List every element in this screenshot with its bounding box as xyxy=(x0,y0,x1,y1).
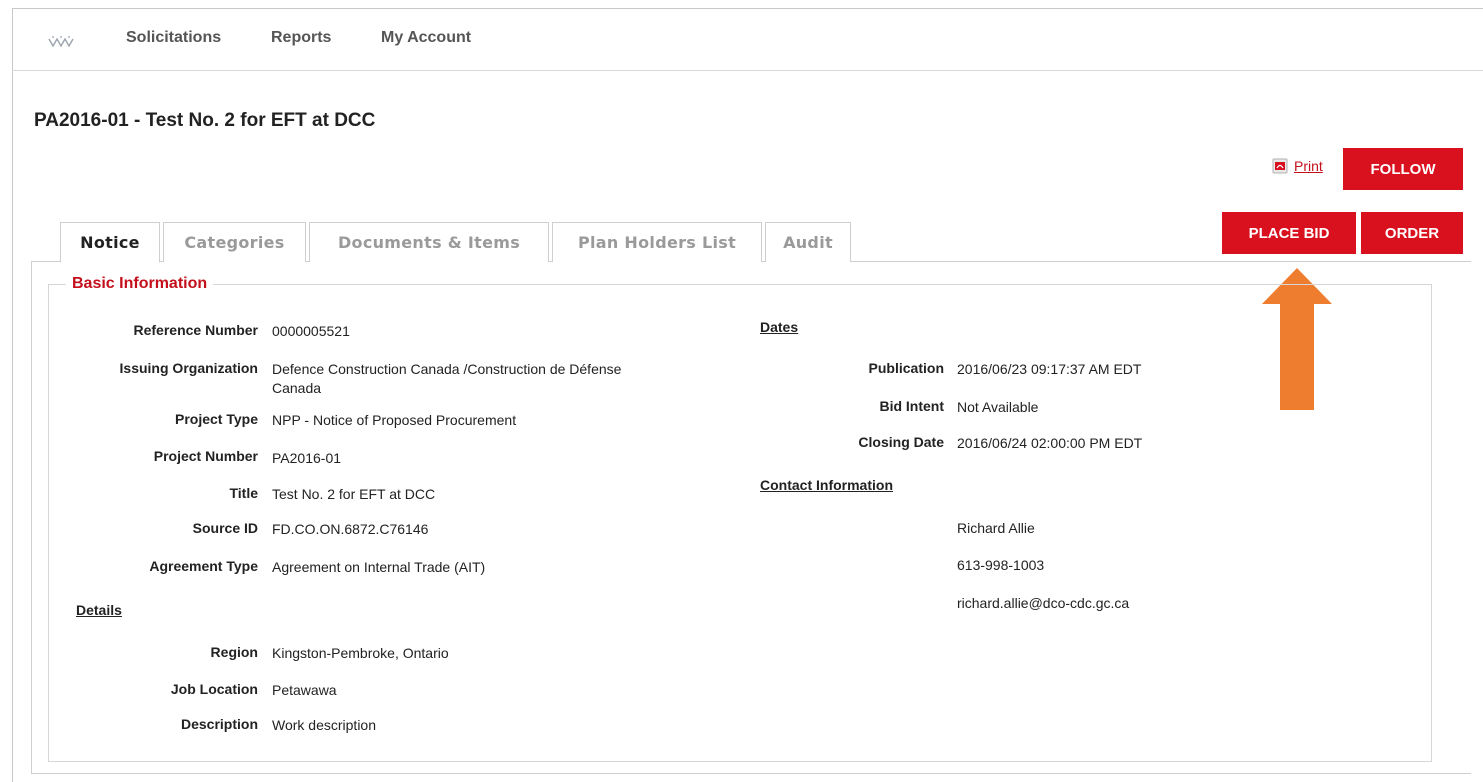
value-reference-number: 0000005521 xyxy=(272,323,350,339)
place-bid-button[interactable]: PLACE BID xyxy=(1222,212,1356,254)
nav-reports[interactable]: Reports xyxy=(271,29,331,47)
label-source-id: Source ID xyxy=(192,520,258,536)
print-label[interactable]: Print xyxy=(1294,158,1323,174)
tab-audit[interactable]: Audit xyxy=(765,222,851,262)
order-button[interactable]: ORDER xyxy=(1361,212,1463,254)
tab-documents-items[interactable]: Documents & Items xyxy=(309,222,549,262)
value-project-type: NPP - Notice of Proposed Procurement xyxy=(272,412,517,428)
tab-notice[interactable]: Notice xyxy=(60,222,160,263)
label-project-number: Project Number xyxy=(153,448,258,464)
value-issuing-organization: Defence Construction Canada /Constructio… xyxy=(272,361,622,377)
value-project-number: PA2016-01 xyxy=(272,450,342,466)
label-agreement-type: Agreement Type xyxy=(149,558,258,574)
value-publication: 2016/06/23 09:17:37 AM EDT xyxy=(957,361,1142,377)
basic-information-legend: Basic Information xyxy=(66,275,214,293)
label-publication: Publication xyxy=(868,360,944,376)
value-region: Kingston-Pembroke, Ontario xyxy=(272,645,449,661)
value-job-location: Petawawa xyxy=(272,682,337,698)
top-nav: Solicitations Reports My Account xyxy=(12,8,1483,71)
contact-email[interactable]: richard.allie@dco-cdc.gc.ca xyxy=(957,595,1129,611)
pdf-icon xyxy=(1272,158,1288,174)
tab-plan-holders-list[interactable]: Plan Holders List xyxy=(552,222,762,262)
print-link[interactable]: Print xyxy=(1272,158,1323,174)
value-agreement-type: Agreement on Internal Trade (AIT) xyxy=(272,559,486,575)
label-bid-intent: Bid Intent xyxy=(879,398,944,414)
contact-name: Richard Allie xyxy=(957,520,1035,536)
tab-bar: Notice Categories Documents & Items Plan… xyxy=(60,222,854,263)
nav-solicitations[interactable]: Solicitations xyxy=(126,29,221,47)
value-issuing-organization-line2: Canada xyxy=(272,380,322,396)
value-closing-date: 2016/06/24 02:00:00 PM EDT xyxy=(957,435,1143,451)
label-title: Title xyxy=(229,485,258,501)
label-project-type: Project Type xyxy=(175,411,258,427)
follow-button[interactable]: FOLLOW xyxy=(1343,148,1463,190)
nav-my-account[interactable]: My Account xyxy=(381,29,471,47)
label-job-location: Job Location xyxy=(170,681,258,697)
value-bid-intent: Not Available xyxy=(957,399,1039,415)
contact-information-heading: Contact Information xyxy=(760,477,893,493)
label-closing-date: Closing Date xyxy=(858,434,944,450)
value-description: Work description xyxy=(272,717,377,733)
dates-heading: Dates xyxy=(760,319,799,335)
label-reference-number: Reference Number xyxy=(133,322,259,338)
tab-categories[interactable]: Categories xyxy=(163,222,306,262)
value-title: Test No. 2 for EFT at DCC xyxy=(272,486,436,502)
label-issuing-organization: Issuing Organization xyxy=(119,360,258,376)
label-description: Description xyxy=(180,716,258,732)
details-heading: Details xyxy=(76,602,122,618)
page-title: PA2016-01 - Test No. 2 for EFT at DCC xyxy=(34,110,376,131)
value-source-id: FD.CO.ON.6872.C76146 xyxy=(272,521,429,537)
logo-icon[interactable] xyxy=(48,33,74,49)
contact-phone: 613-998-1003 xyxy=(957,557,1045,573)
label-region: Region xyxy=(210,644,258,660)
